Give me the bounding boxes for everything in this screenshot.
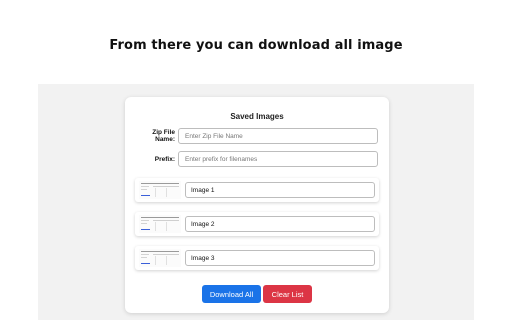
image-item xyxy=(135,178,379,202)
prefix-label: Prefix: xyxy=(154,155,175,163)
image-name-input[interactable] xyxy=(185,250,375,266)
image-item xyxy=(135,212,379,236)
panel-title: Saved Images xyxy=(230,112,284,121)
image-item xyxy=(135,246,379,270)
zip-name-label: Zip File Name: xyxy=(152,129,175,143)
image-name-input[interactable] xyxy=(185,182,375,198)
download-all-button[interactable]: Download All xyxy=(202,285,261,303)
prefix-row: Prefix: xyxy=(135,151,379,167)
image-thumbnail xyxy=(139,249,181,267)
image-thumbnail xyxy=(139,215,181,233)
page-headline: From there you can download all image xyxy=(109,38,403,53)
saved-images-panel: Saved Images Zip File Name: Prefix: Down… xyxy=(125,97,389,313)
zip-name-row: Zip File Name: xyxy=(135,128,379,144)
prefix-input[interactable] xyxy=(178,151,378,167)
image-thumbnail xyxy=(139,181,181,199)
zip-name-input[interactable] xyxy=(178,128,378,144)
image-name-input[interactable] xyxy=(185,216,375,232)
clear-list-button[interactable]: Clear List xyxy=(263,285,312,303)
